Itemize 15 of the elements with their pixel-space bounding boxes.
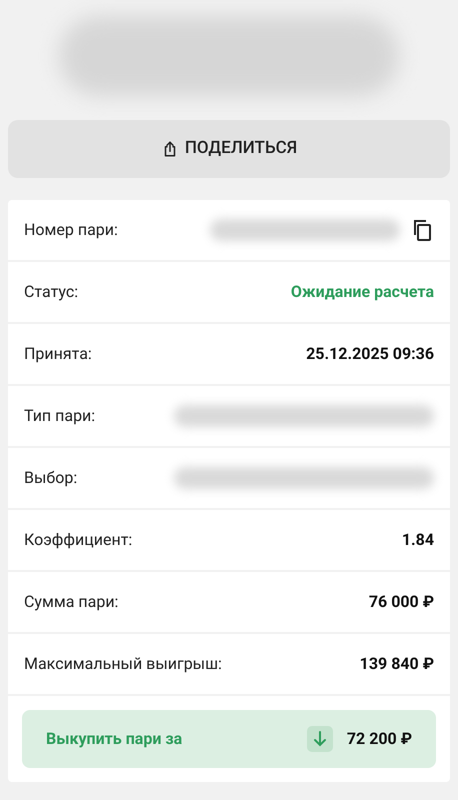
detail-label: Выбор: [24, 467, 78, 489]
detail-label: Коэффициент: [24, 529, 132, 551]
detail-label: Максимальный выигрыш: [24, 653, 222, 675]
detail-label: Тип пари: [24, 405, 96, 427]
detail-label: Сумма пари: [24, 591, 118, 613]
cashout-button[interactable]: Выкупить пари за 72 200 ₽ [22, 710, 436, 768]
detail-label: Принята: [24, 343, 92, 365]
detail-value: 25.12.2025 09:36 [306, 343, 434, 365]
status-value: Ожидание расчета [290, 281, 434, 303]
detail-value: 76 000 ₽ [368, 591, 434, 613]
detail-label: Номер пари: [24, 219, 118, 241]
share-button[interactable]: ПОДЕЛИТЬСЯ [8, 120, 450, 178]
detail-value: 1.84 [402, 529, 434, 551]
detail-value: 139 840 ₽ [360, 653, 434, 675]
detail-label: Статус: [24, 281, 78, 303]
